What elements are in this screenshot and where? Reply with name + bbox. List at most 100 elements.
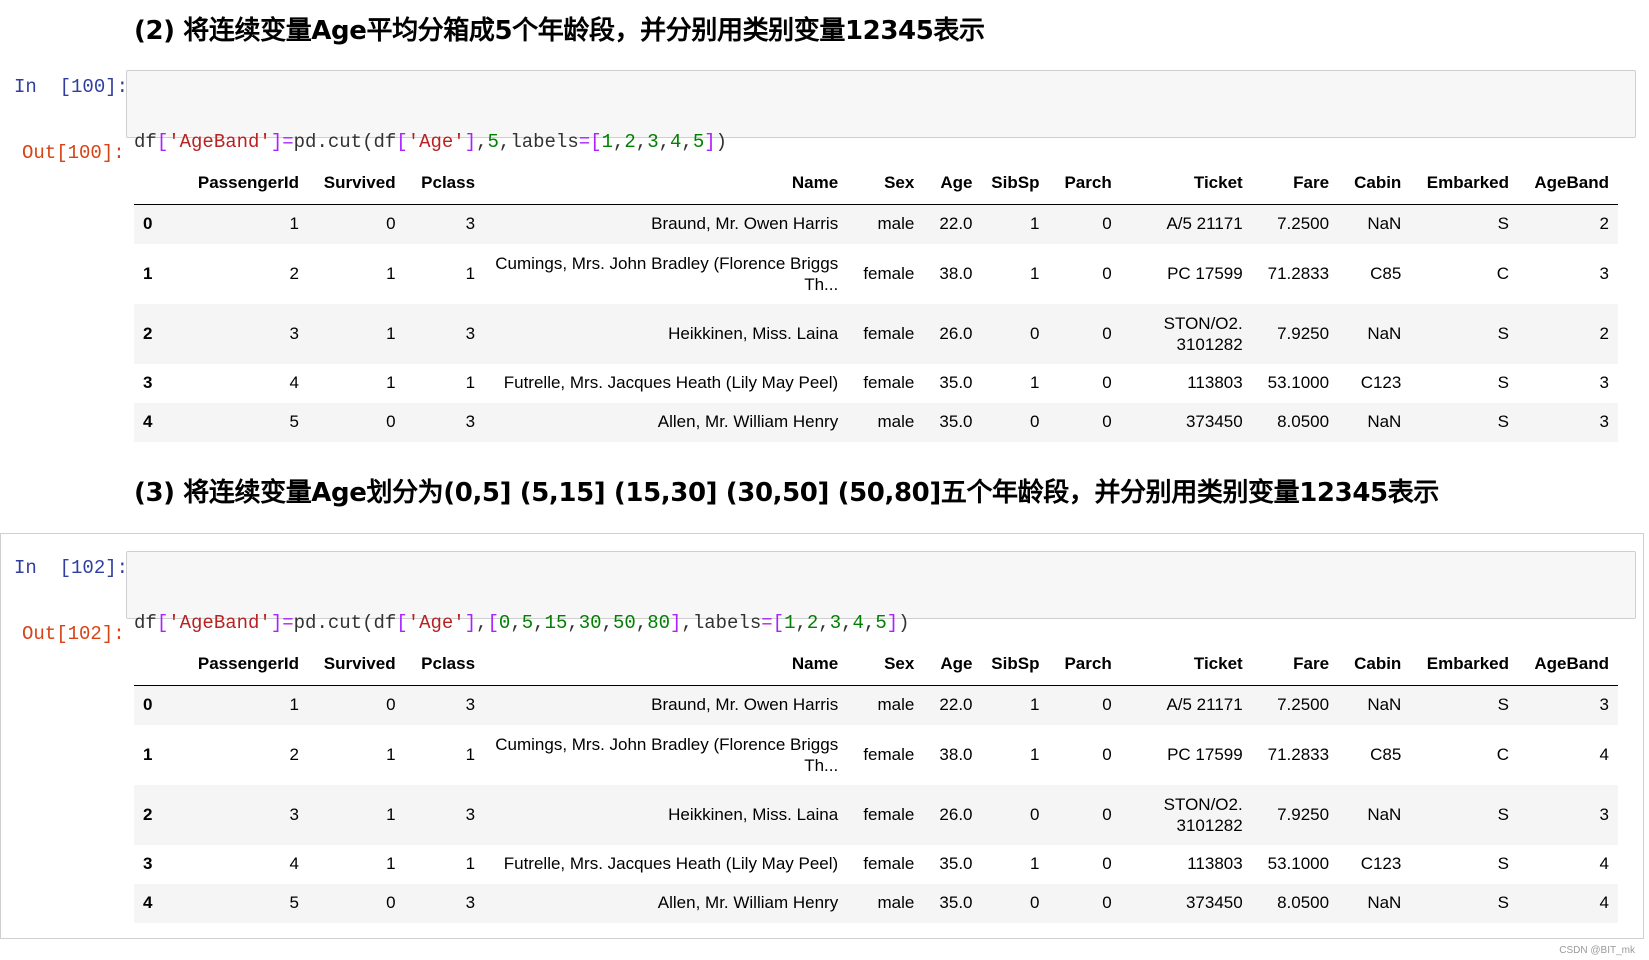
column-header-name: Name [484, 643, 848, 686]
cell-pclass: 1 [465, 744, 476, 764]
cell-embarked: S [1497, 373, 1509, 392]
cell-fare: 7.9250 [1277, 804, 1330, 824]
column-header-embarked: Embarked [1410, 643, 1518, 686]
column-header-sibsp: SibSp [981, 643, 1049, 686]
table-row: 1 2 1 1 Cumings, Mrs. John Bradley (Florence… [134, 243, 1618, 304]
column-header-survived: Survived [307, 643, 405, 686]
cell-cabin: C123 [1360, 373, 1402, 392]
cell-embarked: S [1497, 323, 1509, 343]
cell-embarked: S [1497, 412, 1509, 431]
cell-pclass: 3 [465, 893, 476, 912]
cell-age: 26.0 [939, 804, 973, 824]
cell-ageband: 2 [1599, 323, 1609, 343]
cell-embarked: S [1497, 214, 1509, 234]
cell-pclass: 3 [465, 214, 476, 234]
cell-passengerid: 5 [289, 412, 299, 431]
cell-sibsp: 0 [1029, 323, 1040, 343]
column-header-ticket: Ticket [1120, 162, 1252, 205]
cell-survived: 0 [386, 412, 396, 431]
column-header-ticket: Ticket [1120, 643, 1252, 686]
cell-ticket: 113803 [1187, 854, 1243, 873]
cell-survived: 1 [386, 323, 396, 343]
cell-name: Cumings, Mrs. John Bradley (Florence Bri… [495, 734, 839, 775]
cell-sibsp: 1 [1029, 214, 1040, 234]
column-header-survived: Survived [307, 162, 405, 205]
cell-passengerid: 1 [289, 695, 299, 715]
cell-age: 26.0 [939, 323, 973, 343]
cell-name: Futrelle, Mrs. Jacques Heath (Lily May P… [503, 854, 839, 873]
cell-ticket: PC 17599 [1167, 744, 1243, 764]
cell-passengerid: 3 [289, 804, 299, 824]
cell-fare: 7.9250 [1277, 323, 1330, 343]
cell-ageband: 3 [1599, 373, 1609, 392]
cell-cabin: NaN [1367, 804, 1402, 824]
table-header-row: PassengerId Survived Pclass Name Sex Age SibSp… [134, 643, 1618, 686]
cell-sex: female [863, 373, 915, 392]
cell-index: 1 [143, 744, 153, 764]
cell-parch: 0 [1102, 804, 1112, 824]
cell-passengerid: 1 [289, 214, 299, 234]
cell-parch: 0 [1102, 373, 1112, 392]
cell-index: 3 [143, 373, 153, 392]
cell-passengerid: 5 [289, 893, 299, 912]
cell-sex: male [877, 412, 915, 431]
table-row: 1 2 1 1 Cumings, Mrs. John Bradley (Florence… [134, 724, 1618, 785]
cell-cabin: NaN [1367, 695, 1402, 715]
cell-index: 2 [143, 323, 153, 343]
cell-name: Braund, Mr. Owen Harris [651, 214, 839, 234]
cell-ticket: 373450 [1185, 412, 1243, 431]
cell-pclass: 3 [465, 412, 476, 431]
cell-ageband: 3 [1599, 804, 1609, 824]
column-header-embarked: Embarked [1410, 162, 1518, 205]
cell-parch: 0 [1102, 744, 1112, 764]
cell-sex: male [877, 695, 915, 715]
cell-sibsp: 1 [1029, 695, 1040, 715]
cell-embarked: S [1497, 893, 1509, 912]
cell-fare: 7.2500 [1277, 214, 1330, 234]
cell-survived: 1 [386, 263, 396, 283]
in-prompt: In [100]: [14, 76, 129, 98]
cell-survived: 1 [386, 373, 396, 392]
cell-sex: female [863, 744, 915, 764]
table-row: 4 5 0 3 Allen, Mr. William Henry male 35.0 0 0 37… [134, 883, 1618, 923]
code-editor[interactable]: df['AgeBand']=pd.cut(df['Age'],[0,5,15,3… [126, 551, 1636, 709]
cell-passengerid: 4 [289, 373, 299, 392]
cell-ticket: A/5 21171 [1166, 695, 1243, 715]
cell-index: 3 [143, 854, 153, 873]
cell-age: 35.0 [939, 412, 973, 431]
section-heading-2: (2) 将连续变量Age平均分箱成5个年龄段，并分别用类别变量12345表示 [134, 16, 985, 46]
column-header-ageband: AgeBand [1517, 162, 1618, 205]
cell-sex: male [877, 214, 915, 234]
cell-name: Futrelle, Mrs. Jacques Heath (Lily May P… [503, 373, 839, 392]
dataframe-table: PassengerId Survived Pclass Name Sex Age SibSp… [134, 643, 1618, 923]
cell-sex: female [863, 323, 915, 343]
code-editor[interactable]: df['AgeBand']=pd.cut(df['Age'],5,labels=… [126, 70, 1636, 228]
column-header-parch: Parch [1048, 643, 1121, 686]
cell-ticket: 373450 [1185, 893, 1243, 912]
cell-age: 22.0 [939, 695, 973, 715]
out-prompt: Out[100]: [22, 142, 125, 164]
cell-pclass: 1 [465, 263, 476, 283]
table-row: 4 5 0 3 Allen, Mr. William Henry male 35.0 0 0 37… [134, 402, 1618, 442]
table-row: 3 4 1 1 Futrelle, Mrs. Jacques Heath (Lily M… [134, 363, 1618, 403]
column-header-fare: Fare [1251, 162, 1339, 205]
cell-passengerid: 4 [289, 854, 299, 873]
cell-index: 1 [143, 263, 153, 283]
cell-ageband: 4 [1599, 744, 1609, 764]
cell-parch: 0 [1102, 893, 1112, 912]
column-header-age: Age [923, 162, 982, 205]
cell-fare: 8.0500 [1277, 412, 1330, 431]
cell-parch: 0 [1102, 263, 1112, 283]
in-prompt: In [102]: [14, 557, 129, 579]
cell-age: 38.0 [939, 263, 973, 283]
cell-fare: 71.2833 [1267, 263, 1330, 283]
cell-sex: female [863, 854, 915, 873]
column-header-sex: Sex [847, 162, 924, 205]
cell-cabin: NaN [1367, 214, 1402, 234]
cell-sibsp: 0 [1029, 412, 1040, 431]
cell-index: 0 [143, 695, 153, 715]
cell-index: 4 [143, 893, 153, 912]
column-header-fare: Fare [1251, 643, 1339, 686]
cell-fare: 53.1000 [1267, 854, 1330, 873]
cell-ageband: 4 [1599, 893, 1609, 912]
